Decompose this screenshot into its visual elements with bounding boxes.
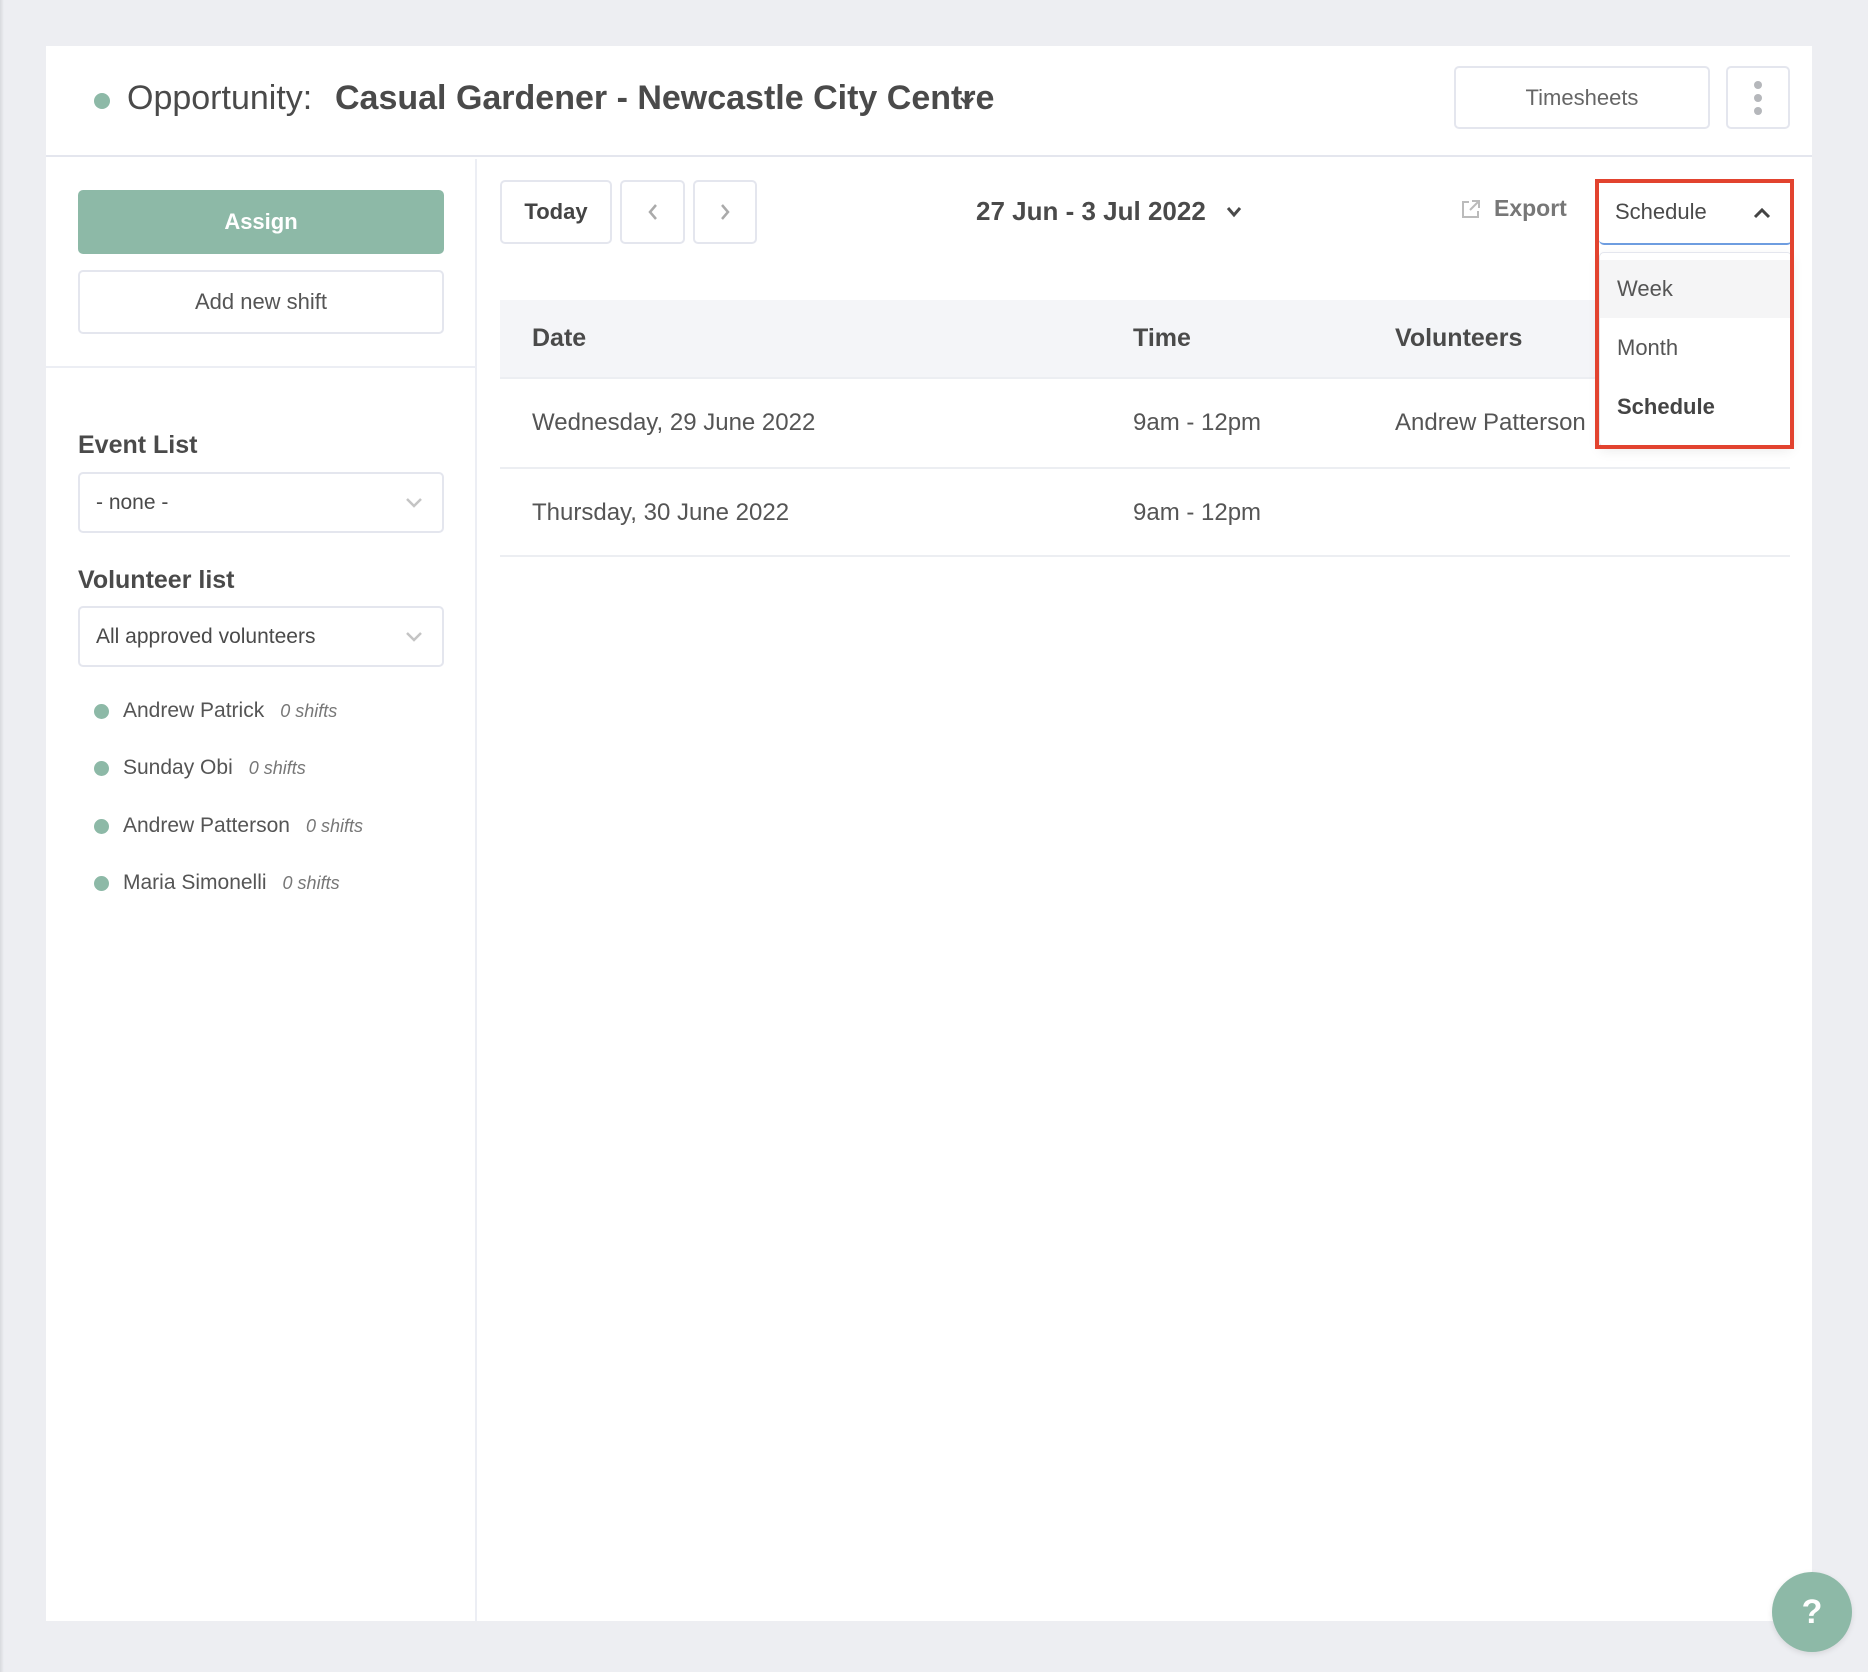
view-mode-dropdown: Week Month Schedule [1599, 252, 1792, 447]
export-label: Export [1494, 195, 1567, 221]
divider [46, 366, 477, 368]
volunteer-name: Andrew Patrick [123, 699, 265, 722]
option-label: Week [1617, 276, 1673, 301]
assign-button[interactable]: Assign [78, 190, 444, 254]
kebab-dot-icon [1754, 80, 1762, 89]
table-header: Date Time Volunteers [500, 300, 1790, 379]
status-dot-icon [94, 875, 109, 891]
status-dot-icon [94, 703, 109, 719]
event-list-label: Event List [78, 431, 198, 459]
date-range-label: 27 Jun - 3 Jul 2022 [976, 196, 1206, 226]
volunteer-name: Andrew Patterson [123, 814, 290, 837]
view-mode-select[interactable]: Schedule [1599, 181, 1792, 245]
cell-volunteers: Andrew Patterson [1395, 409, 1586, 436]
help-button[interactable]: ? [1772, 1572, 1852, 1652]
table-row[interactable]: Wednesday, 29 June 2022 9am - 12pm Andre… [500, 379, 1790, 469]
status-dot-icon [94, 818, 109, 834]
volunteer-list-select[interactable]: All approved volunteers [78, 606, 444, 667]
column-header-time[interactable]: Time [1133, 324, 1191, 353]
column-header-volunteers[interactable]: Volunteers [1395, 324, 1522, 353]
chevron-down-icon [406, 632, 422, 642]
previous-week-button[interactable] [620, 180, 685, 244]
external-link-icon [1462, 199, 1480, 218]
sidebar: Assign Add new shift Event List - none -… [46, 159, 477, 1621]
today-button[interactable]: Today [500, 180, 612, 244]
cell-time: 9am - 12pm [1133, 499, 1262, 526]
help-icon: ? [1801, 1592, 1823, 1631]
page-header: Opportunity: Casual Gardener - Newcastle… [46, 46, 1812, 157]
shifts-table: Date Time Volunteers Wednesday, 29 June … [500, 300, 1790, 557]
event-list-value: - none - [96, 490, 169, 514]
volunteer-item[interactable]: Andrew Patrick 0 shifts [94, 699, 337, 723]
chevron-up-icon [1753, 207, 1771, 219]
chevron-left-icon [647, 204, 657, 220]
volunteer-list-label: Volunteer list [78, 566, 235, 594]
add-new-shift-button[interactable]: Add new shift [78, 270, 444, 334]
more-options-button[interactable] [1726, 66, 1790, 129]
volunteer-shift-count: 0 shifts [282, 872, 340, 893]
add-shift-label: Add new shift [194, 289, 328, 314]
option-label: Schedule [1617, 394, 1715, 419]
date-range-picker[interactable]: 27 Jun - 3 Jul 2022 [976, 196, 1244, 227]
volunteer-list-value: All approved volunteers [96, 624, 316, 648]
volunteer-item[interactable]: Maria Simonelli 0 shifts [94, 871, 340, 895]
cell-date: Thursday, 30 June 2022 [532, 499, 790, 526]
cell-time: 9am - 12pm [1133, 409, 1262, 436]
status-dot-icon [94, 760, 109, 776]
volunteer-item[interactable]: Sunday Obi 0 shifts [94, 756, 306, 780]
option-label: Month [1617, 335, 1679, 360]
volunteer-shift-count: 0 shifts [248, 757, 306, 778]
chevron-down-icon [1226, 206, 1241, 217]
view-option-month[interactable]: Month [1600, 319, 1791, 377]
view-option-week[interactable]: Week [1600, 260, 1791, 318]
table-row[interactable]: Thursday, 30 June 2022 9am - 12pm [500, 469, 1790, 557]
kebab-dot-icon [1754, 106, 1762, 115]
column-header-date[interactable]: Date [532, 324, 586, 353]
cell-date: Wednesday, 29 June 2022 [532, 409, 816, 436]
volunteer-name: Sunday Obi [123, 756, 233, 779]
view-option-schedule[interactable]: Schedule [1600, 378, 1791, 436]
chevron-down-icon [406, 498, 422, 508]
today-label: Today [524, 199, 588, 224]
title-label: Opportunity: [127, 79, 313, 117]
chevron-down-icon[interactable] [957, 94, 977, 108]
next-week-button[interactable] [693, 180, 757, 244]
chevron-right-icon [721, 204, 730, 220]
volunteer-shift-count: 0 shifts [305, 815, 363, 836]
opportunity-selector[interactable]: Casual Gardener - Newcastle City Centre [335, 79, 994, 118]
status-dot-icon [94, 93, 110, 109]
volunteer-item[interactable]: Andrew Patterson 0 shifts [94, 814, 363, 838]
timesheets-button[interactable]: Timesheets [1454, 66, 1710, 129]
volunteer-name: Maria Simonelli [123, 871, 267, 894]
timesheets-label: Timesheets [1525, 84, 1639, 110]
assign-label: Assign [224, 209, 298, 234]
window-edge [0, 0, 4, 1672]
opportunity-card: Opportunity: Casual Gardener - Newcastle… [46, 46, 1812, 1621]
event-list-select[interactable]: - none - [78, 472, 444, 533]
kebab-dot-icon [1754, 93, 1762, 102]
export-button[interactable]: Export [1460, 195, 1567, 222]
view-mode-value: Schedule [1615, 199, 1707, 224]
volunteer-shift-count: 0 shifts [280, 700, 338, 721]
